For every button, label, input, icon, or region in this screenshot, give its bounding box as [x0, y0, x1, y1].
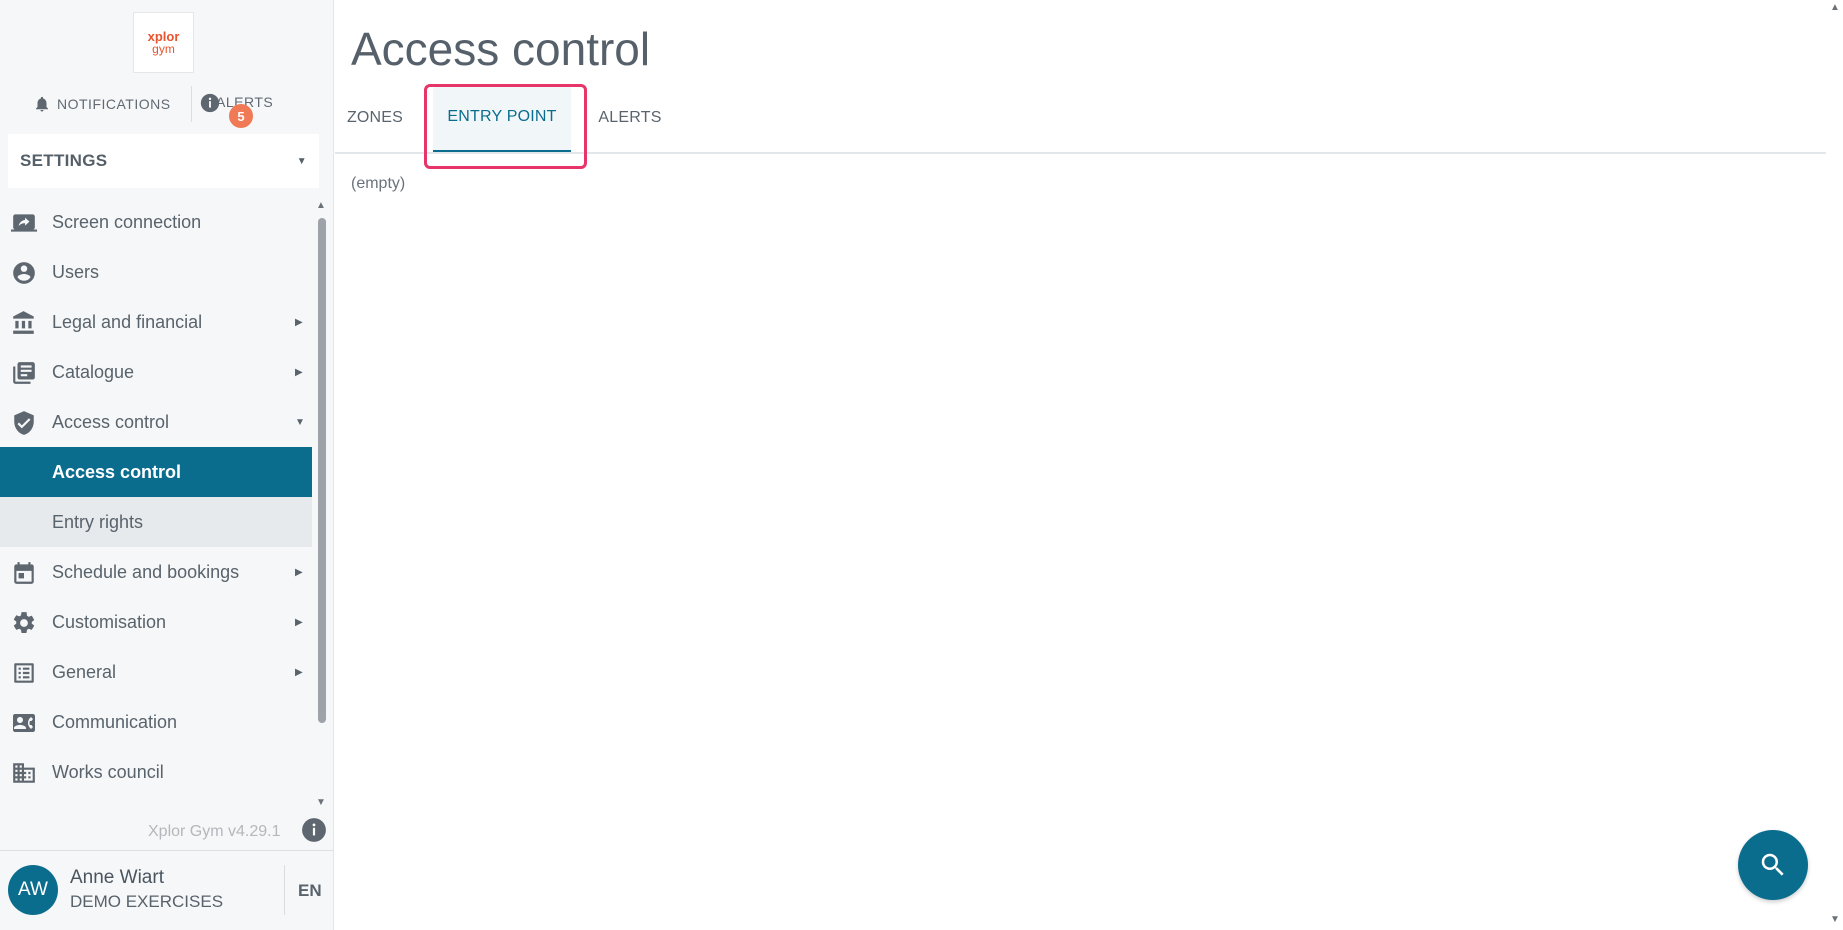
account-circle-icon: [11, 260, 37, 286]
screen-share-icon: [11, 210, 37, 236]
settings-label: SETTINGS: [20, 151, 108, 170]
scroll-down-arrow-icon[interactable]: ▼: [316, 797, 326, 808]
menu-item-screen-connection[interactable]: Screen connection: [0, 197, 312, 247]
highlight-box: [424, 84, 587, 169]
search-button[interactable]: [1738, 830, 1808, 900]
sidebar-scrollbar[interactable]: [318, 218, 326, 723]
scroll-up-arrow-icon[interactable]: ▲: [316, 200, 326, 211]
app-version: Xplor Gym v4.29.1: [148, 823, 281, 840]
calendar-icon: [11, 560, 37, 586]
tab-alerts[interactable]: ALERTS: [590, 84, 670, 152]
sidebar: xplor gym NOTIFICATIONS ALERTS 5 SETTING…: [0, 0, 334, 930]
submenu-item-entry-rights[interactable]: Entry rights: [0, 497, 312, 547]
verified-shield-icon: [11, 410, 37, 436]
user-organization: DEMO EXERCISES: [70, 892, 224, 911]
menu-item-label: Communication: [52, 711, 178, 732]
menu-item-customisation[interactable]: Customisation ▶: [0, 597, 312, 647]
xplor-gym-logo[interactable]: xplor gym: [133, 12, 194, 73]
menu-item-label: Works council: [52, 761, 164, 782]
logo-line-2: gym: [152, 42, 175, 56]
caret-down-icon: ▼: [295, 416, 305, 428]
caret-right-icon: ▶: [295, 316, 303, 328]
menu-item-general[interactable]: General ▶: [0, 647, 312, 697]
empty-state-text: (empty): [351, 175, 406, 192]
menu-item-label: Schedule and bookings: [52, 561, 240, 582]
menu-item-communication[interactable]: Communication: [0, 697, 312, 747]
user-name: Anne Wiart: [70, 867, 164, 888]
caret-right-icon: ▶: [295, 666, 303, 678]
menu-item-access-control[interactable]: Access control ▼: [0, 397, 312, 447]
menu-item-label: Customisation: [52, 611, 167, 632]
menu-item-schedule-and-bookings[interactable]: Schedule and bookings ▶: [0, 547, 312, 597]
bank-icon: [11, 310, 37, 336]
menu-item-users[interactable]: Users: [0, 247, 312, 297]
user-bar: AW Anne Wiart DEMO EXERCISES EN: [0, 850, 334, 930]
menu-item-label: Catalogue: [52, 361, 135, 382]
caret-down-icon: ▼: [296, 155, 307, 167]
menu-item-catalogue[interactable]: Catalogue ▶: [0, 347, 312, 397]
notifications-label: NOTIFICATIONS: [57, 96, 171, 112]
settings-menu: Screen connection Users Legal and financ…: [0, 197, 312, 814]
library-books-icon: [11, 360, 37, 386]
bell-icon: [36, 96, 48, 112]
menu-item-label: Users: [52, 261, 100, 282]
page-scroll-up-arrow-icon[interactable]: ▲: [1830, 2, 1840, 13]
gear-icon: [11, 610, 37, 636]
menu-item-legal-and-financial[interactable]: Legal and financial ▶: [0, 297, 312, 347]
submenu-item-access-control[interactable]: Access control: [0, 447, 312, 497]
list-alt-icon: [11, 660, 37, 686]
menu-item-label: Screen connection: [52, 211, 202, 232]
top-buttons-divider: [191, 86, 192, 122]
notifications-button[interactable]: NOTIFICATIONS: [33, 94, 171, 114]
submenu-item-label: Access control: [52, 461, 182, 482]
avatar[interactable]: AW: [8, 865, 58, 915]
settings-dropdown[interactable]: SETTINGS ▼: [8, 134, 319, 188]
user-bar-divider: [284, 865, 285, 915]
menu-item-label: Legal and financial: [52, 311, 203, 332]
caret-right-icon: ▶: [295, 566, 303, 578]
submenu-item-label: Entry rights: [52, 511, 144, 532]
language-selector[interactable]: EN: [298, 881, 322, 901]
info-icon[interactable]: [301, 817, 327, 848]
info-icon: [200, 93, 220, 113]
menu-item-works-council[interactable]: Works council: [0, 747, 312, 797]
contact-card-icon: [11, 710, 37, 736]
menu-item-label: General: [52, 661, 117, 682]
menu-item-label: Access control: [52, 411, 170, 432]
tab-zones[interactable]: ZONES: [335, 84, 415, 152]
caret-right-icon: ▶: [295, 366, 303, 378]
page-title: Access control: [351, 23, 651, 75]
building-icon: [11, 760, 37, 786]
page-scroll-down-arrow-icon[interactable]: ▼: [1830, 914, 1840, 925]
caret-right-icon: ▶: [295, 616, 303, 628]
top-buttons: NOTIFICATIONS ALERTS: [0, 86, 334, 122]
alerts-count-badge: 5: [229, 104, 253, 128]
search-icon: [1761, 853, 1784, 876]
